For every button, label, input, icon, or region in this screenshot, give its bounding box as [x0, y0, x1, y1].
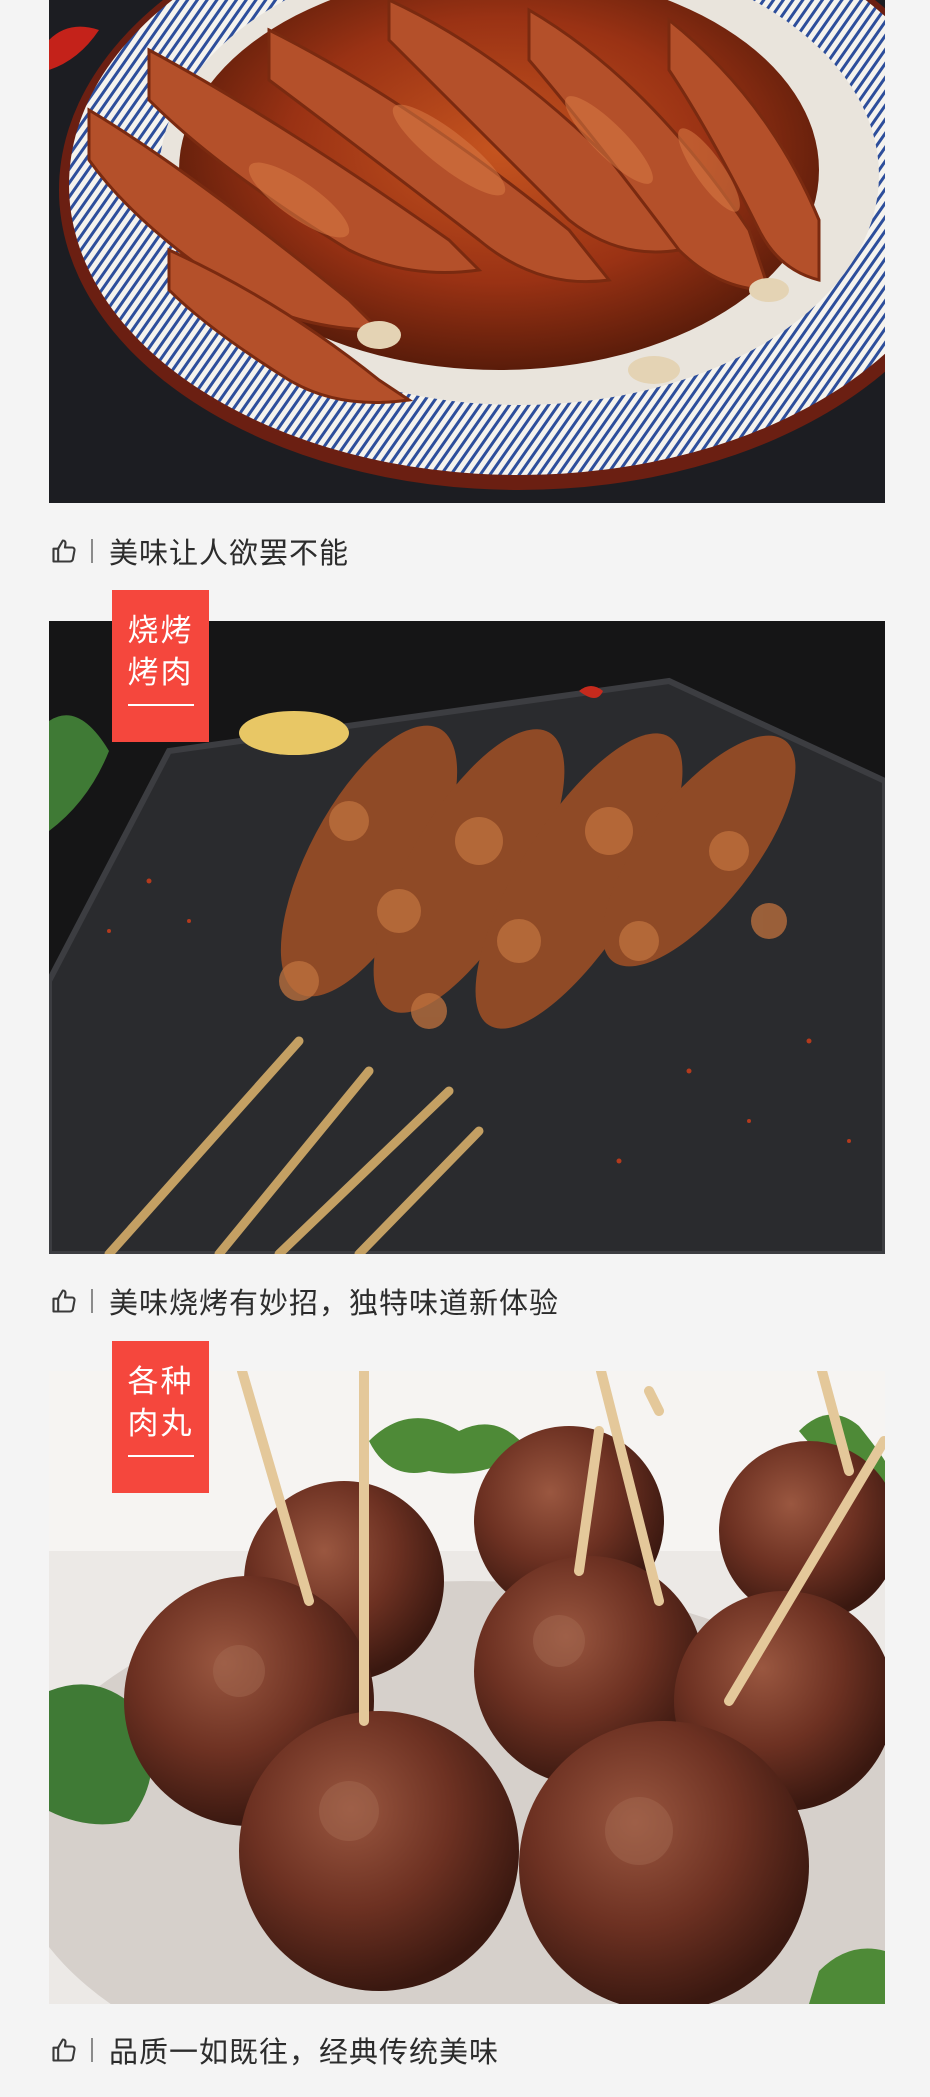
caption-divider — [91, 1289, 93, 1313]
caption-text: 美味烧烤有妙招，独特味道新体验 — [109, 1286, 560, 1320]
tag-line-1: 烧烤 — [127, 613, 194, 649]
category-tag-meatballs: 各种 肉丸 — [112, 1341, 209, 1493]
tag-line-1: 各种 — [127, 1364, 194, 1400]
thumbs-up-icon[interactable] — [49, 2035, 79, 2065]
thumbs-up-icon[interactable] — [49, 1286, 79, 1316]
tag-line-2: 肉丸 — [127, 1406, 194, 1442]
caption-text: 品质一如既往，经典传统美味 — [109, 2035, 500, 2069]
caption-row-2: 美味烧烤有妙招，独特味道新体验 — [49, 1281, 885, 1321]
caption-row-1: 美味让人欲罢不能 — [49, 531, 885, 571]
caption-row-3: 品质一如既往，经典传统美味 — [49, 2030, 885, 2070]
caption-text: 美味让人欲罢不能 — [109, 536, 350, 570]
chicken-feet-photo — [49, 0, 885, 503]
caption-divider — [91, 2038, 93, 2062]
tag-line-2: 烤肉 — [127, 655, 194, 691]
chicken-feet-image — [49, 0, 885, 503]
thumbs-up-icon[interactable] — [49, 536, 79, 566]
tag-rule — [127, 704, 194, 706]
caption-divider — [91, 539, 93, 563]
tag-rule — [127, 1455, 194, 1457]
category-tag-bbq: 烧烤 烤肉 — [112, 590, 209, 742]
